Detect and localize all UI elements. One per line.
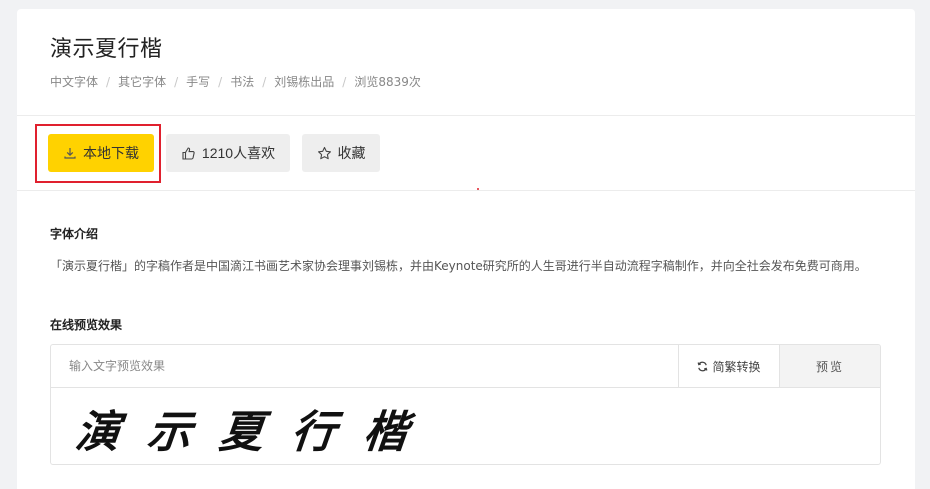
preview-button[interactable]: 预览 [779,345,880,387]
breadcrumb-item-other-fonts[interactable]: 其它字体 [118,73,166,90]
action-bar: 本地下载 1210人喜欢 收藏 [17,116,915,190]
view-count: 浏览8839次 [354,75,421,89]
preview-toolbar: 简繁转换 预览 [51,345,880,388]
like-button-label: 1210人喜欢 [201,145,276,161]
simplified-traditional-convert-button[interactable]: 简繁转换 [678,345,779,387]
preview-panel: 简繁转换 预览 演示夏行楷 [50,344,881,465]
breadcrumb-separator: / [342,74,347,89]
star-icon [317,146,332,161]
preview-sample-text: 演示夏行楷 [72,407,439,458]
favorite-button[interactable]: 收藏 [302,134,380,172]
breadcrumb-separator: / [262,74,267,89]
breadcrumb-item-handwriting[interactable]: 手写 [186,73,210,90]
font-detail-card: 演示夏行楷 中文字体 / 其它字体 / 手写 / 书法 / 刘锡栋出品 / 浏览… [17,9,915,489]
thumbs-up-icon [181,146,196,161]
download-icon [63,146,77,160]
breadcrumb-separator: / [218,74,223,89]
breadcrumb: 中文字体 / 其它字体 / 手写 / 书法 / 刘锡栋出品 / 浏览8839次 [50,73,421,90]
download-button[interactable]: 本地下载 [48,134,154,172]
refresh-icon [697,361,708,372]
font-header: 演示夏行楷 中文字体 / 其它字体 / 手写 / 书法 / 刘锡栋出品 / 浏览… [17,9,915,116]
like-button[interactable]: 1210人喜欢 [166,134,290,172]
preview-render-area: 演示夏行楷 [51,388,880,464]
breadcrumb-item-calligraphy[interactable]: 书法 [230,73,254,90]
download-button-label: 本地下载 [83,145,139,161]
breadcrumb-item-chinese-fonts[interactable]: 中文字体 [50,73,98,90]
preview-text-input[interactable] [51,345,678,387]
preview-section-title: 在线预览效果 [50,318,123,332]
favorite-button-label: 收藏 [337,145,366,161]
breadcrumb-separator: / [174,74,179,89]
convert-button-label: 简繁转换 [712,359,761,374]
actions-divider [17,190,915,191]
breadcrumb-separator: / [106,74,111,89]
breadcrumb-item-author[interactable]: 刘锡栋出品 [274,73,334,90]
page-title: 演示夏行楷 [50,37,163,62]
intro-description: 「演示夏行楷」的字稿作者是中国滴江书画艺术家协会理事刘锡栋，并由Keynote研… [50,259,867,273]
intro-section-title: 字体介绍 [50,227,99,241]
